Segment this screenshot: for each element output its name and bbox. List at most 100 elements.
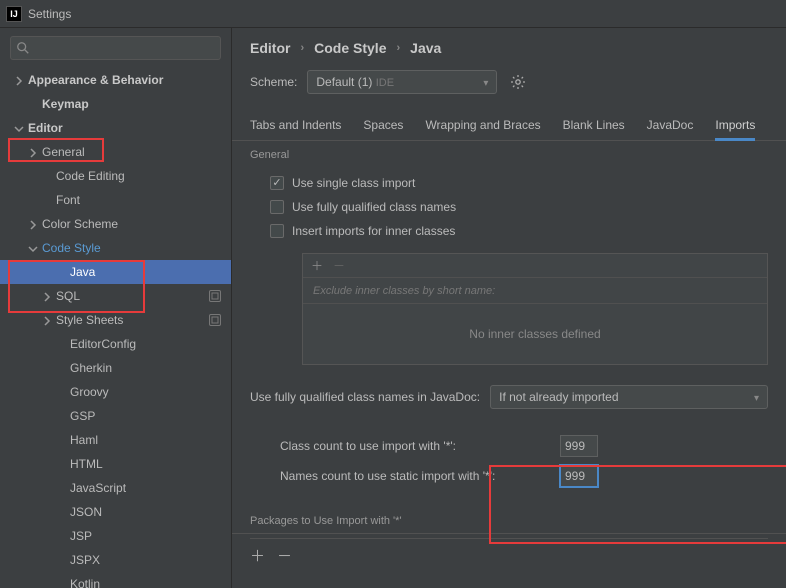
tree-item[interactable]: Code Editing <box>0 164 231 188</box>
tab-tabs-and-indents[interactable]: Tabs and Indents <box>250 114 341 140</box>
tab-javadoc[interactable]: JavaDoc <box>647 114 694 140</box>
chevron-icon <box>28 147 38 157</box>
gear-button[interactable] <box>507 71 529 93</box>
breadcrumb: Editor › Code Style › Java <box>232 28 786 66</box>
tree-item[interactable]: Haml <box>0 428 231 452</box>
chevron-right-icon: › <box>300 42 304 54</box>
tree-item-label: Groovy <box>70 385 231 399</box>
exclude-placeholder: Exclude inner classes by short name: <box>303 278 767 304</box>
tree-item-label: Color Scheme <box>42 217 231 231</box>
tree-item[interactable]: General <box>0 140 231 164</box>
chevron-icon <box>28 243 38 253</box>
titlebar: IJ Settings <box>0 0 786 28</box>
tree-item[interactable]: Code Style <box>0 236 231 260</box>
settings-tree: Appearance & Behavior Keymap Editor General… <box>0 66 231 588</box>
tree-item[interactable]: JavaScript <box>0 476 231 500</box>
chevron-icon <box>42 315 52 325</box>
tree-item-label: Appearance & Behavior <box>28 73 231 87</box>
settings-search-input[interactable] <box>10 36 221 60</box>
tree-item-label: Gherkin <box>70 361 231 375</box>
checkbox-label: Use fully qualified class names <box>292 200 456 214</box>
scheme-label: Scheme: <box>250 75 297 89</box>
exclude-toolbar: ＋ － <box>303 254 767 278</box>
tree-item[interactable]: JSON <box>0 500 231 524</box>
tree-item-label: Keymap <box>42 97 231 111</box>
tab-spaces[interactable]: Spaces <box>363 114 403 140</box>
tree-item-label: Font <box>56 193 231 207</box>
module-badge-icon <box>209 314 221 326</box>
checkbox-row[interactable]: Use single class import <box>270 171 786 195</box>
tree-item[interactable]: Gherkin <box>0 356 231 380</box>
tree-item[interactable]: JSPX <box>0 548 231 572</box>
tree-item[interactable]: Style Sheets <box>0 308 231 332</box>
tree-item-label: SQL <box>56 289 209 303</box>
class-count-input[interactable] <box>560 435 598 457</box>
tree-item-label: JSP <box>70 529 231 543</box>
tree-item-label: HTML <box>70 457 231 471</box>
tree-item-label: EditorConfig <box>70 337 231 351</box>
javadoc-select[interactable]: If not already imported <box>490 385 768 409</box>
checkbox-group: Use single class import Use fully qualifi… <box>232 165 786 249</box>
tree-item[interactable]: Java <box>0 260 231 284</box>
app-logo-icon: IJ <box>6 6 22 22</box>
window-title: Settings <box>28 7 71 21</box>
tree-item[interactable]: JSP <box>0 524 231 548</box>
chevron-right-icon: › <box>396 42 400 54</box>
checkbox[interactable] <box>270 224 284 238</box>
checkbox[interactable] <box>270 200 284 214</box>
javadoc-label: Use fully qualified class names in JavaD… <box>250 390 480 404</box>
names-count-label: Names count to use static import with '*… <box>280 469 552 483</box>
checkbox-row[interactable]: Use fully qualified class names <box>270 195 786 219</box>
javadoc-value: If not already imported <box>499 390 618 404</box>
tree-item-label: Haml <box>70 433 231 447</box>
tree-item-label: Java <box>70 265 231 279</box>
add-icon[interactable]: ＋ <box>311 257 323 274</box>
scheme-value: Default (1) <box>316 75 372 89</box>
tree-item[interactable]: HTML <box>0 452 231 476</box>
add-icon[interactable]: ＋ <box>250 545 265 566</box>
tree-item[interactable]: Appearance & Behavior <box>0 68 231 92</box>
chevron-icon <box>14 75 24 85</box>
remove-icon[interactable]: － <box>333 257 345 274</box>
tree-item[interactable]: Keymap <box>0 92 231 116</box>
tree-item[interactable]: Editor <box>0 116 231 140</box>
tree-item[interactable]: Font <box>0 188 231 212</box>
tree-item-label: Code Editing <box>56 169 231 183</box>
tree-item-label: Style Sheets <box>56 313 209 327</box>
sidebar: Appearance & Behavior Keymap Editor General… <box>0 28 232 588</box>
names-count-input[interactable] <box>560 465 598 487</box>
remove-icon[interactable]: － <box>277 545 292 566</box>
tree-item-label: GSP <box>70 409 231 423</box>
tree-item-label: Code Style <box>42 241 231 255</box>
content-panel: Editor › Code Style › Java Scheme: Defau… <box>232 28 786 588</box>
tab-wrapping-and-braces[interactable]: Wrapping and Braces <box>425 114 540 140</box>
tree-item-label: Editor <box>28 121 231 135</box>
chevron-icon <box>28 219 38 229</box>
tree-item[interactable]: GSP <box>0 404 231 428</box>
chevron-down-icon <box>754 390 759 404</box>
tree-item-label: JavaScript <box>70 481 231 495</box>
tab-blank-lines[interactable]: Blank Lines <box>563 114 625 140</box>
checkbox-row[interactable]: Insert imports for inner classes <box>270 219 786 243</box>
section-title-general: General <box>232 141 786 165</box>
tree-item-label: JSPX <box>70 553 231 567</box>
class-count-label: Class count to use import with '*': <box>280 439 552 453</box>
scheme-select[interactable]: Default (1) IDE <box>307 70 497 94</box>
checkbox[interactable] <box>270 176 284 190</box>
tab-imports[interactable]: Imports <box>715 114 755 140</box>
scheme-row: Scheme: Default (1) IDE <box>232 66 786 106</box>
tree-item[interactable]: Kotlin <box>0 572 231 588</box>
chevron-icon <box>42 291 52 301</box>
checkbox-label: Use single class import <box>292 176 415 190</box>
checkbox-label: Insert imports for inner classes <box>292 224 455 238</box>
scheme-tag: IDE <box>376 77 394 89</box>
breadcrumb-item: Editor <box>250 40 290 56</box>
tree-item[interactable]: Groovy <box>0 380 231 404</box>
tree-item[interactable]: SQL <box>0 284 231 308</box>
tree-item[interactable]: Color Scheme <box>0 212 231 236</box>
chevron-icon <box>14 123 24 133</box>
packages-toolbar: ＋ － <box>250 538 768 572</box>
javadoc-row: Use fully qualified class names in JavaD… <box>232 377 786 417</box>
module-badge-icon <box>209 290 221 302</box>
tree-item[interactable]: EditorConfig <box>0 332 231 356</box>
